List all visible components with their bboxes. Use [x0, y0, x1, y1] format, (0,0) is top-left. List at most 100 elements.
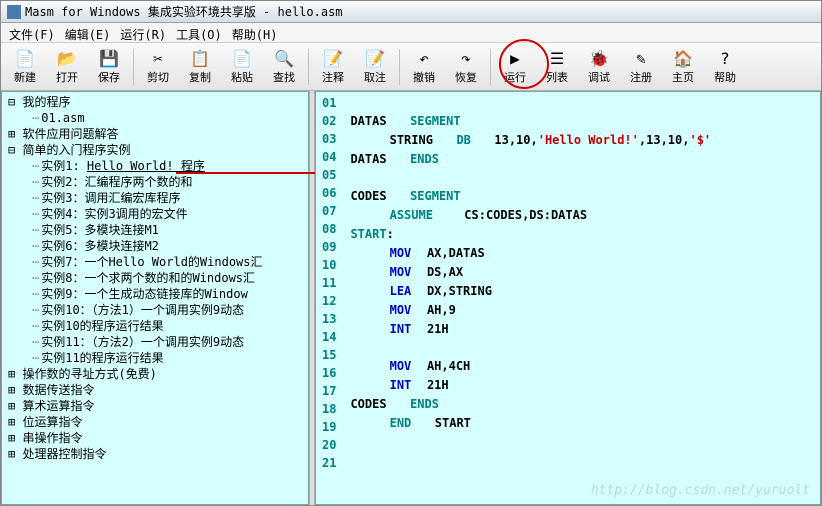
toolbar-label: 剪切: [147, 69, 169, 85]
debug-icon: 🐞: [589, 48, 609, 68]
toolbar-redo-button[interactable]: ↷恢复: [446, 46, 486, 88]
tree-section-3[interactable]: 位运算指令: [4, 414, 306, 430]
toolbar-undo-button[interactable]: ↶撤销: [404, 46, 444, 88]
tree-file-01asm[interactable]: 01.asm: [4, 110, 306, 126]
save-icon: 💾: [99, 48, 119, 68]
tree-section-1[interactable]: 数据传送指令: [4, 382, 306, 398]
menu-help[interactable]: 帮助(H): [228, 25, 282, 40]
toolbar-separator: [399, 49, 400, 85]
tree-faq[interactable]: 软件应用问题解答: [4, 126, 306, 142]
tree-example-9[interactable]: 实例9：一个生成动态链接库的Window: [4, 286, 306, 302]
menu-tools[interactable]: 工具(O): [172, 25, 226, 40]
toolbar-debug-button[interactable]: 🐞调试: [579, 46, 619, 88]
toolbar-label: 注释: [322, 69, 344, 85]
toolbar-label: 撤销: [413, 69, 435, 85]
menu-file[interactable]: 文件(F): [5, 25, 59, 40]
app-icon: [7, 5, 21, 19]
menubar: 文件(F) 编辑(E) 运行(R) 工具(O) 帮助(H): [1, 23, 821, 43]
open-icon: 📂: [57, 48, 77, 68]
tree-example-7[interactable]: 实例7：一个Hello World的Windows汇: [4, 254, 306, 270]
tree-section-5[interactable]: 处理器控制指令: [4, 446, 306, 462]
tree-example-8[interactable]: 实例8：一个求两个数的和的Windows汇: [4, 270, 306, 286]
tree-example-6[interactable]: 实例6：多模块连接M2: [4, 238, 306, 254]
toolbar-label: 复制: [189, 69, 211, 85]
code-area[interactable]: DATAS SEGMENT STRING DB 13,10,'Hello Wor…: [344, 92, 713, 504]
toolbar-copy-button[interactable]: 📋复制: [180, 46, 220, 88]
toolbar-label: 打开: [56, 69, 78, 85]
redo-icon: ↷: [456, 48, 476, 68]
toolbar-paste-button[interactable]: 📄粘贴: [222, 46, 262, 88]
tree-example-13[interactable]: 实例11的程序运行结果: [4, 350, 306, 366]
toolbar-help-button[interactable]: ?帮助: [705, 46, 745, 88]
tree-example-3[interactable]: 实例3：调用汇编宏库程序: [4, 190, 306, 206]
line-number: 03: [318, 130, 340, 148]
list-icon: ☰: [547, 48, 567, 68]
toolbar-comment-button[interactable]: 📝注释: [313, 46, 353, 88]
line-number: 01: [318, 94, 340, 112]
toolbar-run-button[interactable]: ▶运行: [495, 46, 535, 88]
toolbar-open-button[interactable]: 📂打开: [47, 46, 87, 88]
menu-run[interactable]: 运行(R): [116, 25, 170, 40]
tree-section-4[interactable]: 串操作指令: [4, 430, 306, 446]
line-number: 11: [318, 274, 340, 292]
project-tree[interactable]: 我的程序 01.asm 软件应用问题解答 简单的入门程序实例 实例1: Hell…: [1, 91, 309, 505]
toolbar-label: 恢复: [455, 69, 477, 85]
code-editor[interactable]: 0102030405060708091011121314151617181920…: [315, 91, 821, 505]
copy-icon: 📋: [190, 48, 210, 68]
line-number: 15: [318, 346, 340, 364]
toolbar-label: 列表: [546, 69, 568, 85]
line-number: 16: [318, 364, 340, 382]
toolbar-label: 运行: [504, 69, 526, 85]
toolbar-separator: [490, 49, 491, 85]
line-number: 13: [318, 310, 340, 328]
undo-icon: ↶: [414, 48, 434, 68]
line-number: 14: [318, 328, 340, 346]
line-number: 10: [318, 256, 340, 274]
line-number: 19: [318, 418, 340, 436]
tree-example-11[interactable]: 实例10的程序运行结果: [4, 318, 306, 334]
tree-my-programs[interactable]: 我的程序: [4, 94, 306, 110]
menu-edit[interactable]: 编辑(E): [61, 25, 115, 40]
run-icon: ▶: [505, 48, 525, 68]
line-number: 09: [318, 238, 340, 256]
tree-section-2[interactable]: 算术运算指令: [4, 398, 306, 414]
tree-example-2[interactable]: 实例2：汇编程序两个数的和: [4, 174, 306, 190]
toolbar-label: 粘贴: [231, 69, 253, 85]
toolbar-separator: [308, 49, 309, 85]
find-icon: 🔍: [274, 48, 294, 68]
window-title: Masm for Windows 集成实验环境共享版 - hello.asm: [25, 3, 343, 20]
toolbar-save-button[interactable]: 💾保存: [89, 46, 129, 88]
line-number: 20: [318, 436, 340, 454]
toolbar-label: 新建: [14, 69, 36, 85]
line-number: 02: [318, 112, 340, 130]
tree-example-12[interactable]: 实例11：（方法2）一个调用实例9动态: [4, 334, 306, 350]
tree-example-4[interactable]: 实例4：实例3调用的宏文件: [4, 206, 306, 222]
uncomment-icon: 📝: [365, 48, 385, 68]
toolbar-uncomment-button[interactable]: 📝取注: [355, 46, 395, 88]
toolbar-label: 取注: [364, 69, 386, 85]
toolbar-label: 帮助: [714, 69, 736, 85]
titlebar: Masm for Windows 集成实验环境共享版 - hello.asm: [1, 1, 821, 23]
tree-example-5[interactable]: 实例5：多模块连接M1: [4, 222, 306, 238]
cut-icon: ✂: [148, 48, 168, 68]
toolbar-find-button[interactable]: 🔍查找: [264, 46, 304, 88]
tree-example-10[interactable]: 实例10：（方法1）一个调用实例9动态: [4, 302, 306, 318]
toolbar-list-button[interactable]: ☰列表: [537, 46, 577, 88]
register-icon: ✎: [631, 48, 651, 68]
line-number: 18: [318, 400, 340, 418]
line-number: 07: [318, 202, 340, 220]
tree-section-0[interactable]: 操作数的寻址方式(免费): [4, 366, 306, 382]
line-number: 05: [318, 166, 340, 184]
tree-examples[interactable]: 简单的入门程序实例: [4, 142, 306, 158]
toolbar-home-button[interactable]: 🏠主页: [663, 46, 703, 88]
toolbar-register-button[interactable]: ✎注册: [621, 46, 661, 88]
toolbar-label: 主页: [672, 69, 694, 85]
line-number: 08: [318, 220, 340, 238]
line-number: 17: [318, 382, 340, 400]
line-number: 06: [318, 184, 340, 202]
line-number: 04: [318, 148, 340, 166]
toolbar-cut-button[interactable]: ✂剪切: [138, 46, 178, 88]
annotation-arrow-line: [176, 172, 330, 174]
toolbar-new-button[interactable]: 📄新建: [5, 46, 45, 88]
workspace: 我的程序 01.asm 软件应用问题解答 简单的入门程序实例 实例1: Hell…: [1, 91, 821, 505]
